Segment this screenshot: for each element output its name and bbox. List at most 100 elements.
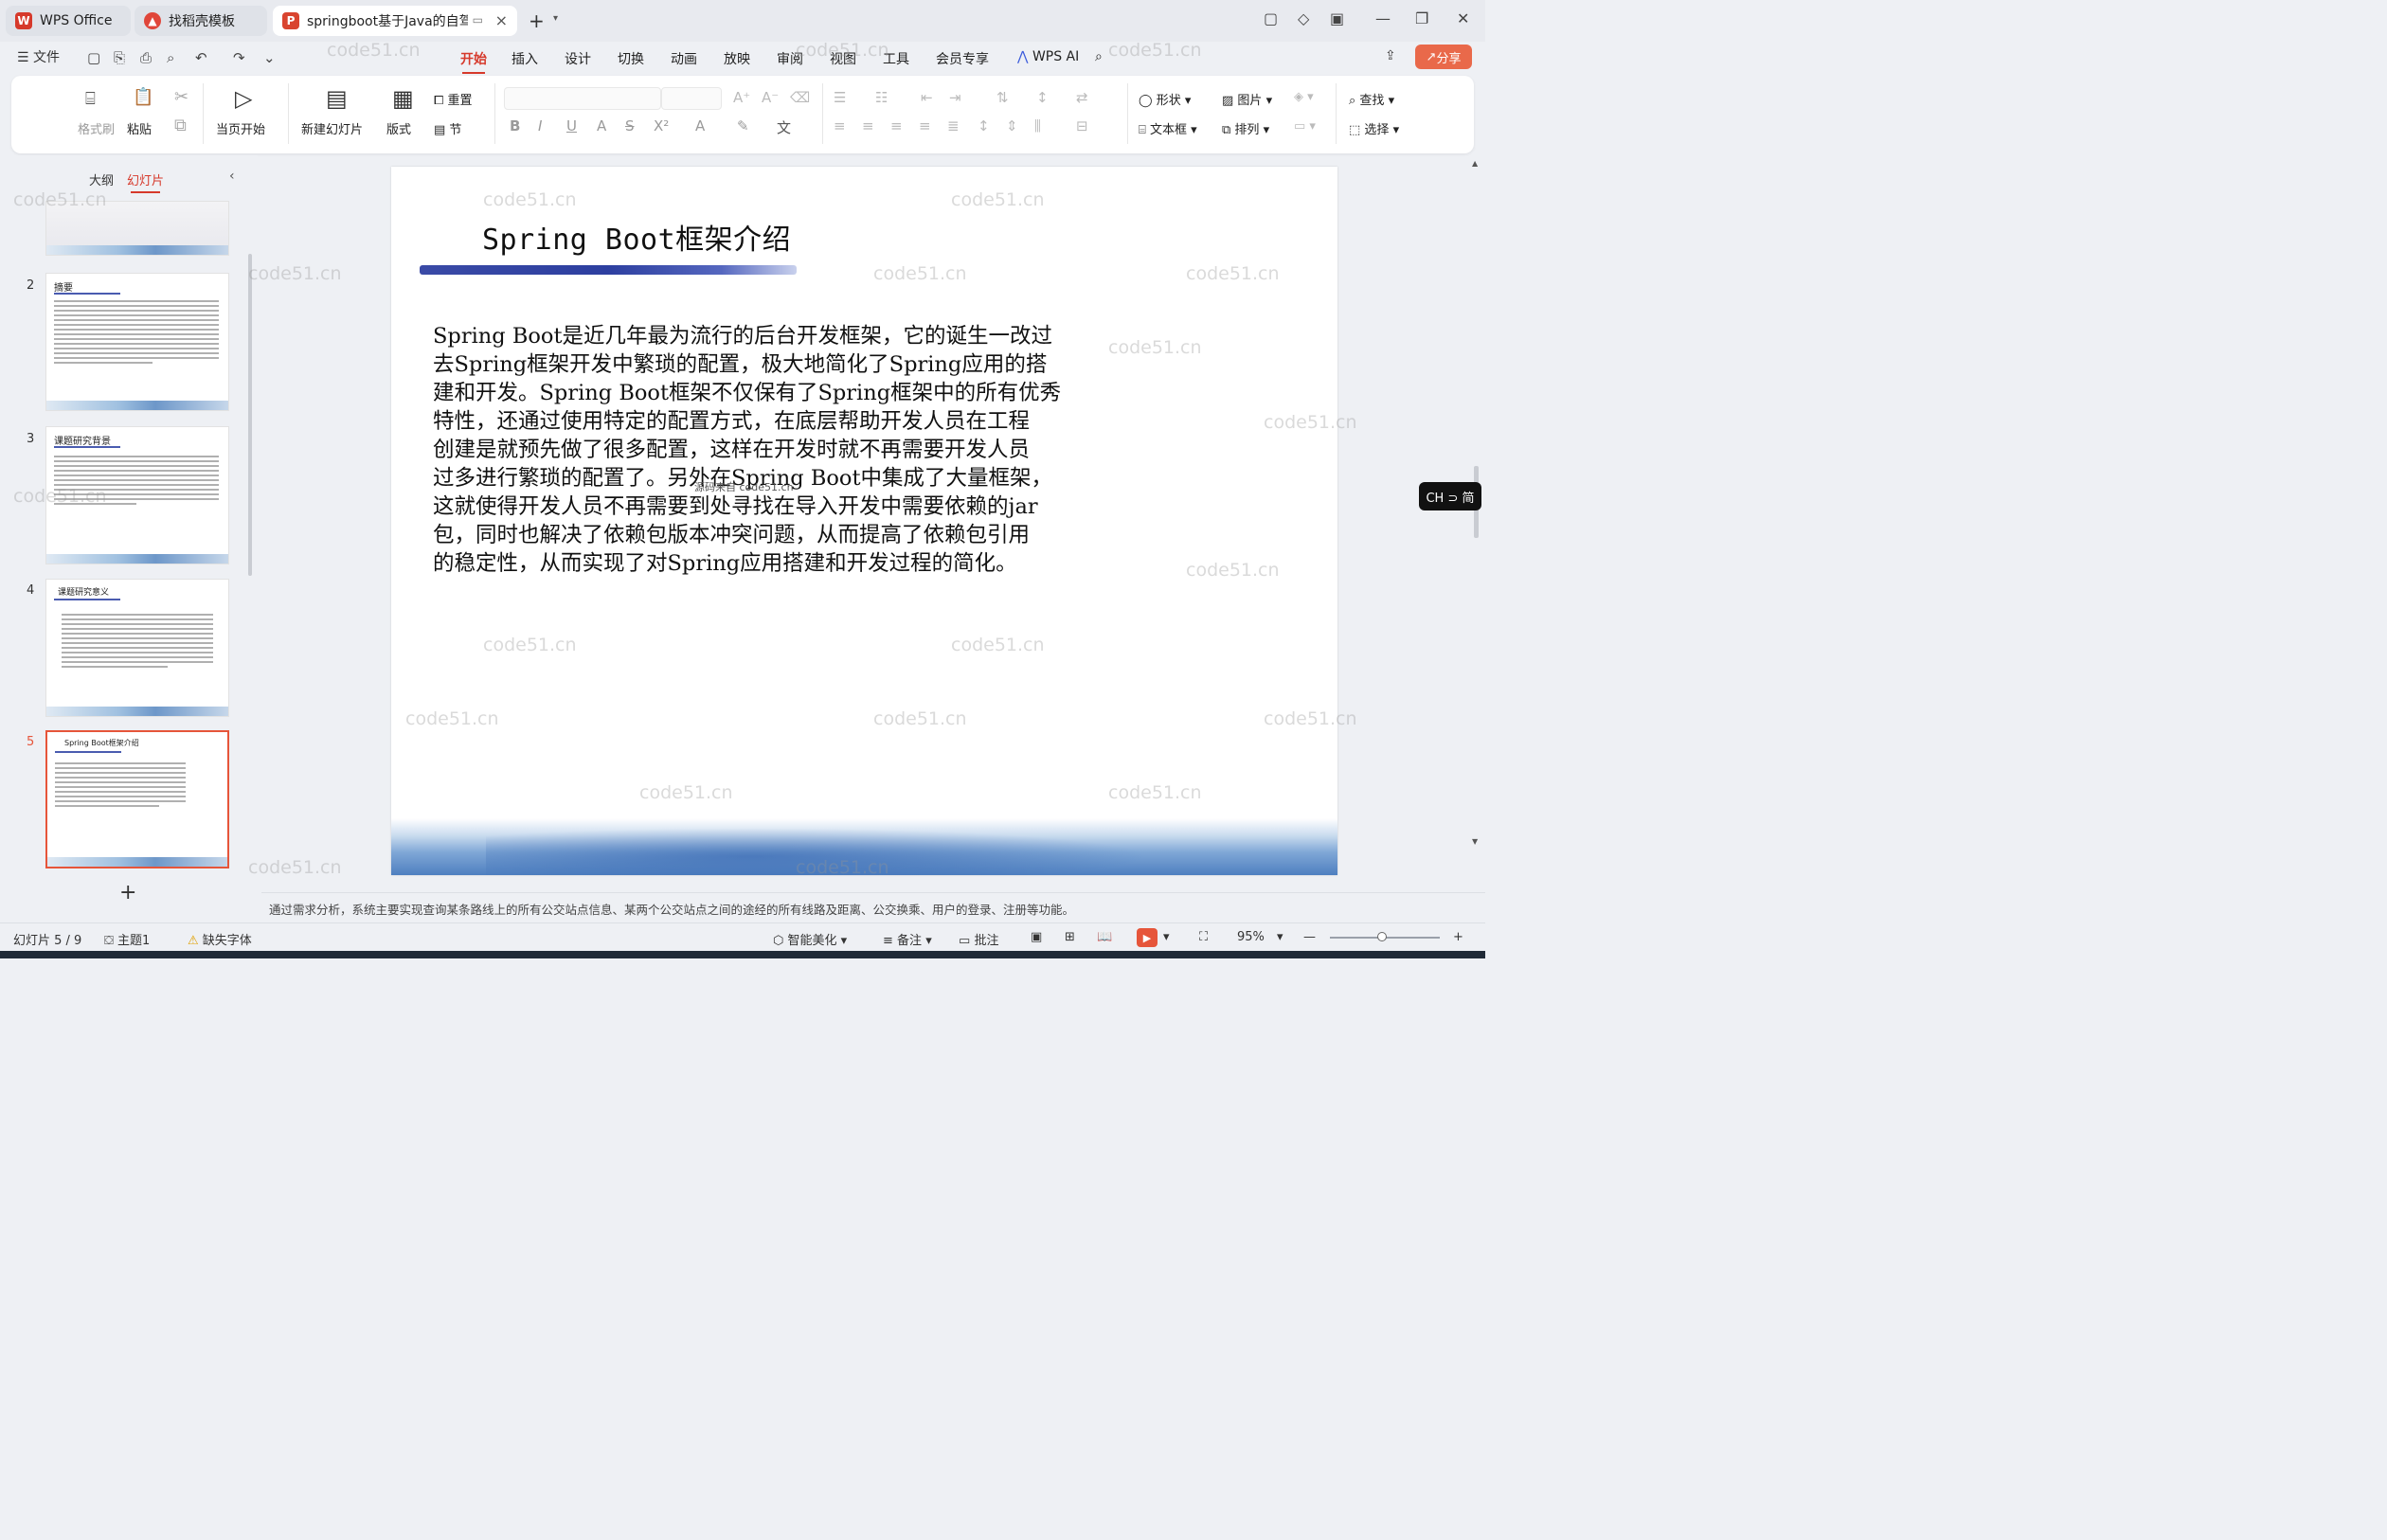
align-text-icon[interactable]: ⊟ — [1076, 117, 1088, 134]
notes-pane[interactable]: 通过需求分析，系统主要实现查询某条路线上的所有公交站点信息、某两个公交站点之间的… — [261, 892, 1485, 921]
print-preview-icon[interactable]: ⌕ — [167, 49, 174, 66]
zoom-out-icon[interactable]: — — [1303, 930, 1316, 944]
minimize-icon[interactable]: — — [1375, 9, 1391, 27]
highlight-icon[interactable]: ✎ — [737, 117, 749, 134]
slide-thumbnail-2[interactable]: 摘要 — [45, 273, 229, 411]
play-from-current-button[interactable]: 当页开始 — [216, 119, 265, 137]
normal-view-icon[interactable]: ▣ — [1031, 930, 1042, 944]
outline-icon[interactable]: ▭ ▾ — [1294, 119, 1316, 134]
slideshow-play-button[interactable]: ▶ — [1137, 928, 1158, 947]
paragraph-spacing-icon[interactable]: ⇕ — [1006, 117, 1018, 134]
avatar[interactable]: ▣ — [1330, 9, 1344, 27]
menu-home[interactable]: 开始 — [460, 49, 487, 74]
slide-thumbnail-1[interactable] — [45, 201, 229, 256]
reset-button[interactable]: ⧠ 重置 — [434, 90, 473, 108]
search-icon[interactable]: ⌕ — [1095, 49, 1103, 64]
decrease-font-icon[interactable]: A⁻ — [762, 89, 779, 106]
align-left-icon[interactable]: ≡ — [834, 117, 846, 134]
italic-icon[interactable]: I — [538, 117, 542, 134]
add-slide-icon[interactable]: + — [119, 881, 136, 904]
line-spacing-icon[interactable]: ↕ — [978, 117, 990, 134]
increase-font-icon[interactable]: A⁺ — [733, 89, 750, 106]
maximize-icon[interactable]: ❐ — [1415, 9, 1428, 27]
font-size-select[interactable] — [661, 87, 722, 110]
menu-insert[interactable]: 插入 — [512, 49, 538, 68]
menu-tools[interactable]: 工具 — [883, 49, 909, 68]
undo-icon[interactable]: ↶ — [195, 49, 207, 66]
share-button[interactable]: ↗ 分享 — [1415, 45, 1472, 69]
slide-thumbnail-4[interactable]: 课题研究意义 — [45, 579, 229, 717]
tab-wps-office[interactable]: W WPS Office — [6, 6, 131, 36]
zoom-level[interactable]: 95% — [1237, 930, 1265, 944]
export-icon[interactable]: ⎘ — [114, 49, 125, 66]
font-color-icon[interactable]: A — [695, 117, 705, 134]
convert-icon[interactable]: ⇄ — [1076, 89, 1088, 106]
strikethrough-icon[interactable]: S — [625, 117, 635, 134]
format-brush-button[interactable]: 格式刷 — [78, 119, 115, 137]
menu-design[interactable]: 设计 — [565, 49, 591, 68]
menu-slideshow[interactable]: 放映 — [724, 49, 750, 68]
outdent-icon[interactable]: ⇤ — [921, 89, 933, 106]
ime-indicator[interactable]: CH ⊃ 简 — [1419, 482, 1481, 510]
shape-button[interactable]: ◯ 形状 ▾ — [1139, 90, 1191, 108]
cloud-upload-icon[interactable]: ⇪ — [1385, 48, 1396, 63]
reading-view-icon[interactable]: 📖 — [1097, 930, 1112, 944]
redo-icon[interactable]: ↷ — [233, 49, 245, 66]
tab-template[interactable]: ▲ 找稻壳模板 — [135, 6, 267, 36]
wps-ai-menu[interactable]: ⋀ WPS AI — [1017, 49, 1079, 64]
cut-icon[interactable]: ✂ — [174, 87, 188, 107]
window-layout-icon[interactable]: ▢ — [1264, 9, 1278, 27]
layout-button[interactable]: 版式 — [386, 119, 411, 137]
chevron-down-icon[interactable]: ▾ — [1163, 930, 1170, 944]
comment-button[interactable]: ▭ 批注 — [959, 930, 998, 948]
menu-view[interactable]: 视图 — [830, 49, 856, 68]
canvas-scrollbar[interactable]: ▲ ▼ — [1472, 159, 1480, 879]
copy-icon[interactable]: ⧉ — [174, 116, 187, 135]
fit-window-icon[interactable]: ⛶ — [1199, 930, 1208, 944]
superscript-icon[interactable]: X² — [654, 117, 669, 134]
print-icon[interactable]: ⎙ — [140, 49, 152, 66]
notes-toggle-button[interactable]: ≡ 备注 ▾ — [883, 930, 932, 948]
select-button[interactable]: ⬚ 选择 ▾ — [1349, 119, 1399, 137]
section-button[interactable]: ▤ 节 — [434, 119, 461, 137]
picture-button[interactable]: ▨ 图片 ▾ — [1222, 90, 1272, 108]
arrange-button[interactable]: ⧉ 排列 ▾ — [1222, 119, 1269, 137]
columns-icon[interactable]: ⫼ — [1034, 117, 1041, 134]
font-family-select[interactable] — [504, 87, 661, 110]
shadow-icon[interactable]: A — [597, 117, 606, 134]
sort-icon[interactable]: ↕ — [1036, 89, 1049, 106]
slide-title[interactable]: Spring Boot框架介绍 — [482, 216, 791, 258]
cube-icon[interactable]: ◇ — [1298, 9, 1309, 27]
find-button[interactable]: ⌕ 查找 ▾ — [1349, 90, 1394, 108]
text-direction-icon[interactable]: ⇅ — [996, 89, 1009, 106]
theme-button[interactable]: ⛋ 主题1 — [104, 930, 150, 948]
new-tab-icon[interactable]: + — [529, 9, 545, 32]
bullet-list-icon[interactable]: ☰ — [834, 89, 846, 106]
chevron-down-icon[interactable]: ▾ — [1277, 930, 1283, 944]
zoom-slider-knob[interactable] — [1377, 932, 1387, 941]
slide-body-text[interactable]: Spring Boot是近几年最为流行的后台开发框架，它的诞生一改过 去Spri… — [433, 322, 1111, 578]
chevron-down-icon[interactable]: ▾ — [553, 13, 558, 24]
save-icon[interactable]: ▢ — [87, 49, 100, 66]
slide-canvas[interactable]: Spring Boot框架介绍 Spring Boot是近几年最为流行的后台开发… — [391, 167, 1337, 875]
justify-icon[interactable]: ≡ — [919, 117, 931, 134]
collapse-panel-icon[interactable]: ‹ — [229, 169, 235, 184]
slide-thumbnail-5[interactable]: Spring Boot框架介绍 — [45, 730, 229, 868]
underline-icon[interactable]: U — [566, 117, 577, 134]
chevron-down-icon[interactable]: ⌄ — [263, 49, 276, 66]
menu-review[interactable]: 审阅 — [777, 49, 803, 68]
paste-button[interactable]: 粘贴 — [127, 119, 152, 137]
missing-font-button[interactable]: ⚠ 缺失字体 — [188, 930, 252, 948]
notes-text[interactable]: 通过需求分析，系统主要实现查询某条路线上的所有公交站点信息、某两个公交站点之间的… — [269, 900, 1074, 918]
tab-outline[interactable]: 大纲 — [89, 170, 114, 188]
scroll-down-icon[interactable]: ▼ — [1472, 837, 1478, 846]
fill-icon[interactable]: ◈ ▾ — [1294, 90, 1314, 104]
file-menu[interactable]: ☰ 文件 — [17, 47, 60, 66]
panel-scrollbar[interactable] — [248, 254, 252, 576]
menu-transition[interactable]: 切换 — [618, 49, 644, 68]
bold-icon[interactable]: B — [510, 117, 520, 134]
align-center-icon[interactable]: ≡ — [862, 117, 874, 134]
tab-document[interactable]: P springboot基于Java的自驾游 ▭ × — [273, 6, 517, 36]
menu-member[interactable]: 会员专享 — [936, 49, 989, 68]
slide-sorter-icon[interactable]: ⊞ — [1065, 930, 1075, 944]
